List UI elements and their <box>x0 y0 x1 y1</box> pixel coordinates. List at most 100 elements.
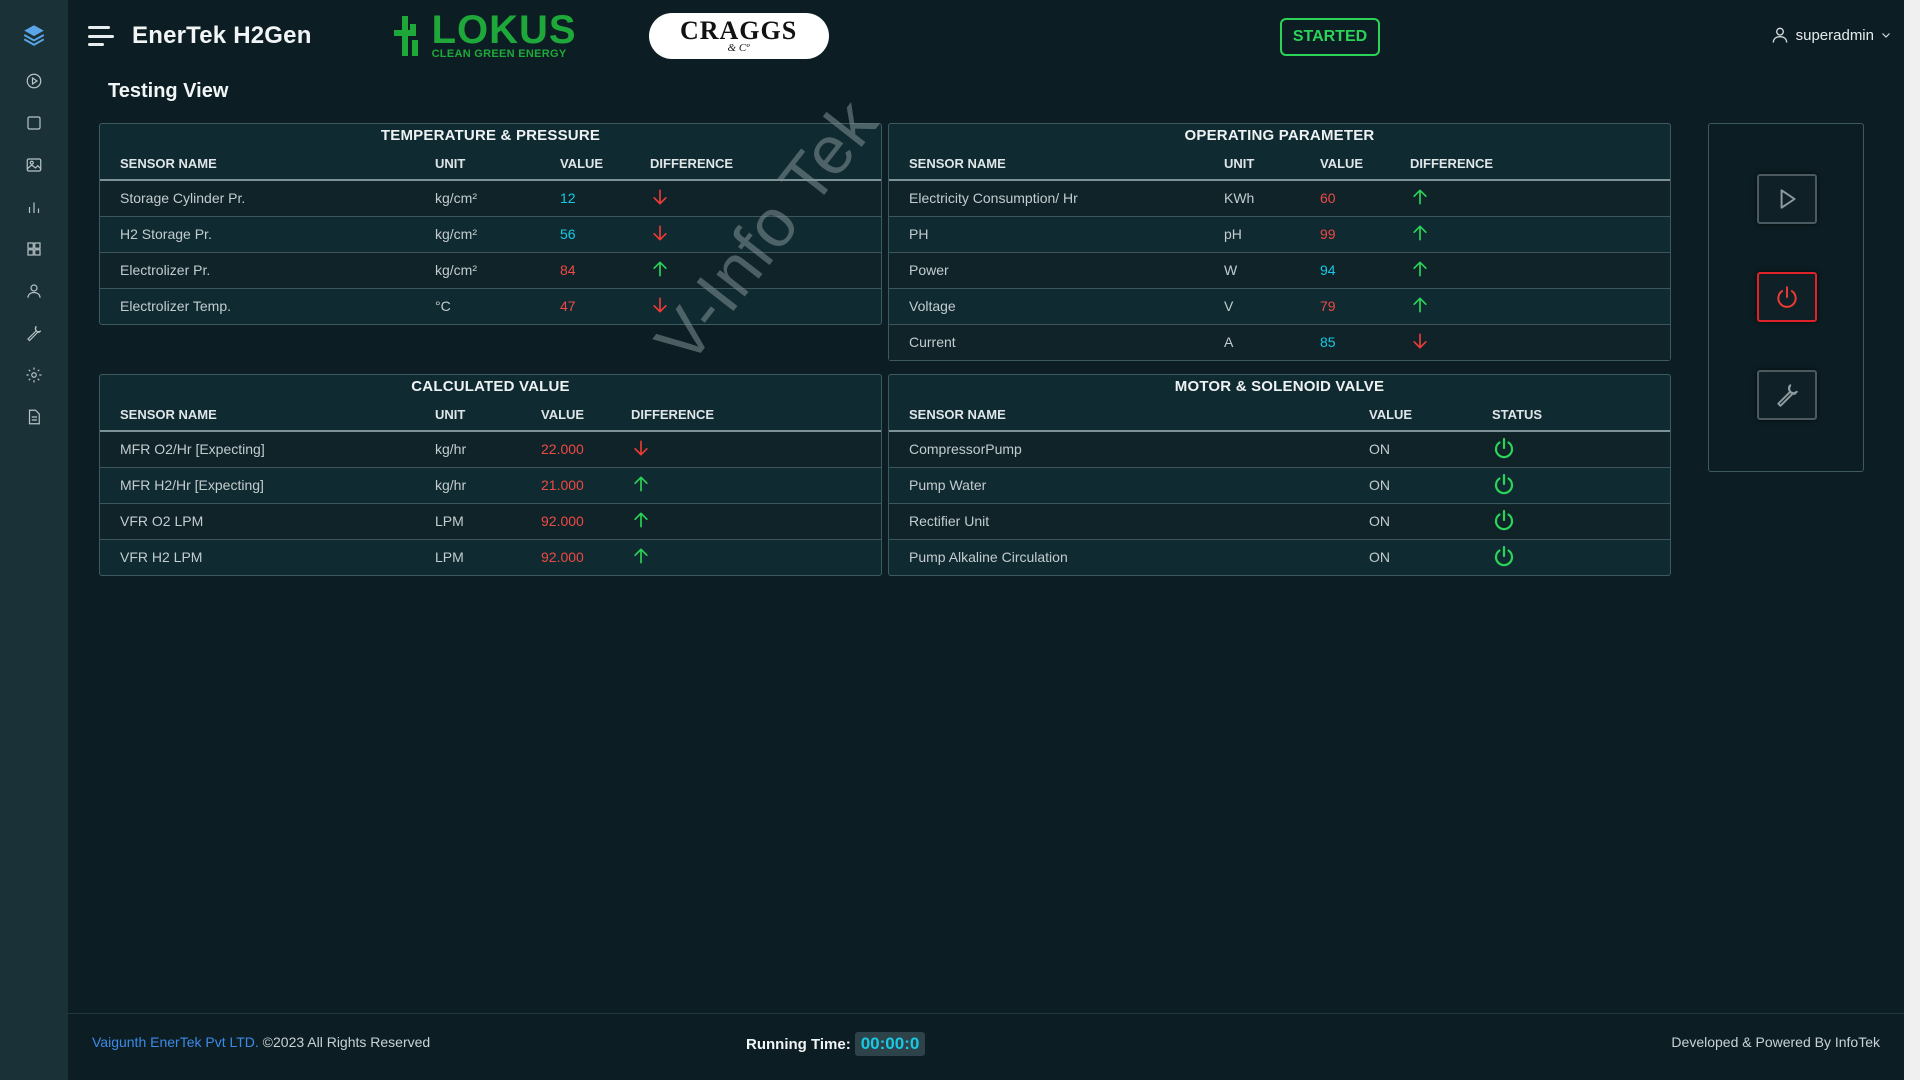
power-icon <box>1777 286 1797 308</box>
footer: Vaigunth EnerTek Pvt LTD. ©2023 All Righ… <box>68 1013 1904 1080</box>
sensor-name: Current <box>889 323 1224 360</box>
top-header: EnerTek H2Gen LOKUS CLEAN GREEN ENERGY C… <box>68 0 1904 72</box>
table-row: Pump Water ON <box>889 466 1670 503</box>
col-sensor-name: SENSOR NAME <box>100 399 435 432</box>
power-status-icon[interactable] <box>1492 545 1516 571</box>
running-time-value: 00:00:0 <box>854 1032 926 1056</box>
col-difference: DIFFERENCE <box>650 148 881 181</box>
panel-title: MOTOR & SOLENOID VALVE <box>1174 378 1385 395</box>
operating-parameter-table: SENSOR NAME UNIT VALUE DIFFERENCE Electr… <box>889 148 1670 360</box>
sensor-name: Electricity Consumption/ Hr <box>889 180 1224 216</box>
sensor-unit: kg/hr <box>435 431 541 467</box>
user-icon <box>1772 27 1787 43</box>
copyright: Vaigunth EnerTek Pvt LTD. ©2023 All Righ… <box>92 1034 430 1050</box>
arrow-down-icon <box>650 225 670 246</box>
sensor-name: PH <box>889 215 1224 252</box>
table-row: Power W 94 <box>889 251 1670 288</box>
col-sensor-name: SENSOR NAME <box>889 399 1369 432</box>
col-value: VALUE <box>1320 148 1410 181</box>
device-value: ON <box>1369 466 1492 503</box>
play-circle-icon[interactable] <box>23 70 45 92</box>
motor-solenoid-table: SENSOR NAME VALUE STATUS CompressorPump O… <box>889 399 1670 575</box>
power-status-icon[interactable] <box>1492 473 1516 499</box>
control-panel <box>1708 123 1864 472</box>
wrench-icon[interactable] <box>23 322 45 344</box>
sensor-value: 79 <box>1320 287 1410 324</box>
power-status-icon[interactable] <box>1492 437 1516 463</box>
panel-title: CALCULATED VALUE <box>411 378 570 395</box>
sensor-unit: LPM <box>435 538 541 575</box>
table-row: Rectifier Unit ON <box>889 502 1670 539</box>
device-name: Rectifier Unit <box>889 502 1369 539</box>
sensor-unit: kg/cm² <box>435 251 560 288</box>
table-row: Electricity Consumption/ Hr KWh 60 <box>889 180 1670 216</box>
document-icon[interactable] <box>23 406 45 428</box>
sensor-value: 94 <box>1320 251 1410 288</box>
device-name: CompressorPump <box>889 431 1369 467</box>
sensor-unit: pH <box>1224 215 1320 252</box>
start-button[interactable] <box>1757 174 1817 224</box>
bar-chart-icon[interactable] <box>23 196 45 218</box>
sensor-unit: kg/cm² <box>435 180 560 216</box>
table-row: Electrolizer Pr. kg/cm² 84 <box>100 251 881 288</box>
operating-parameter-panel: OPERATING PARAMETER SENSOR NAME UNIT VAL… <box>888 123 1671 361</box>
table-row: Electrolizer Temp. °C 47 <box>100 287 881 324</box>
sensor-value: 99 <box>1320 215 1410 252</box>
sensor-value: 12 <box>560 180 650 216</box>
lokus-logo: LOKUS CLEAN GREEN ENERGY <box>392 10 577 60</box>
square-icon[interactable] <box>23 112 45 134</box>
window-scrollbar[interactable] <box>1904 0 1920 1080</box>
sensor-unit: kg/cm² <box>435 215 560 252</box>
device-value: ON <box>1369 431 1492 467</box>
sensor-value: 56 <box>560 215 650 252</box>
table-row: VFR H2 LPM LPM 92.000 <box>100 538 881 575</box>
sensor-value: 84 <box>560 251 650 288</box>
device-name: Pump Water <box>889 466 1369 503</box>
app-title: EnerTek H2Gen <box>132 22 312 49</box>
settings-icon[interactable] <box>23 364 45 386</box>
col-unit: UNIT <box>1224 148 1320 181</box>
sensor-unit: A <box>1224 323 1320 360</box>
col-unit: UNIT <box>435 148 560 181</box>
lokus-tagline: CLEAN GREEN ENERGY <box>431 48 567 60</box>
arrow-down-icon <box>1410 333 1430 354</box>
sensor-unit: KWh <box>1224 180 1320 216</box>
table-row: Voltage V 79 <box>889 287 1670 324</box>
chevron-down-icon <box>1882 33 1890 38</box>
arrow-down-icon <box>650 189 670 210</box>
user-menu[interactable]: superadmin <box>1770 24 1892 46</box>
sensor-name: H2 Storage Pr. <box>100 215 435 252</box>
company-link[interactable]: Vaigunth EnerTek Pvt LTD. <box>92 1034 259 1050</box>
sensor-unit: °C <box>435 287 560 324</box>
table-row: CompressorPump ON <box>889 431 1670 467</box>
craggs-logo: CRAGGS & Cº <box>648 13 829 59</box>
sensor-value: 85 <box>1320 323 1410 360</box>
maintenance-button[interactable] <box>1757 370 1817 420</box>
stop-power-button[interactable] <box>1757 272 1817 322</box>
rights-text: ©2023 All Rights Reserved <box>258 1034 431 1050</box>
layers-icon[interactable] <box>19 20 49 50</box>
running-time-label: Running Time: <box>746 1035 851 1053</box>
device-value: ON <box>1369 538 1492 575</box>
sensor-name: MFR H2/Hr [Expecting] <box>100 466 435 503</box>
col-difference: DIFFERENCE <box>631 399 881 432</box>
sensor-name: Electrolizer Pr. <box>100 251 435 288</box>
sensor-unit: V <box>1224 287 1320 324</box>
user-icon[interactable] <box>23 280 45 302</box>
sensor-value: 92.000 <box>541 538 631 575</box>
arrow-up-icon <box>631 512 651 533</box>
arrow-up-icon <box>650 261 670 282</box>
table-row: Storage Cylinder Pr. kg/cm² 12 <box>100 180 881 216</box>
table-row: PH pH 99 <box>889 215 1670 252</box>
grid-icon[interactable] <box>23 238 45 260</box>
image-icon[interactable] <box>23 154 45 176</box>
wrench-icon <box>1777 384 1798 407</box>
power-status-icon[interactable] <box>1492 509 1516 535</box>
menu-toggle-icon[interactable] <box>88 26 114 46</box>
col-value: VALUE <box>1369 399 1492 432</box>
sensor-name: Voltage <box>889 287 1224 324</box>
device-name: Pump Alkaline Circulation <box>889 538 1369 575</box>
sensor-name: MFR O2/Hr [Expecting] <box>100 431 435 467</box>
table-row: MFR H2/Hr [Expecting] kg/hr 21.000 <box>100 466 881 503</box>
table-row: MFR O2/Hr [Expecting] kg/hr 22.000 <box>100 431 881 467</box>
